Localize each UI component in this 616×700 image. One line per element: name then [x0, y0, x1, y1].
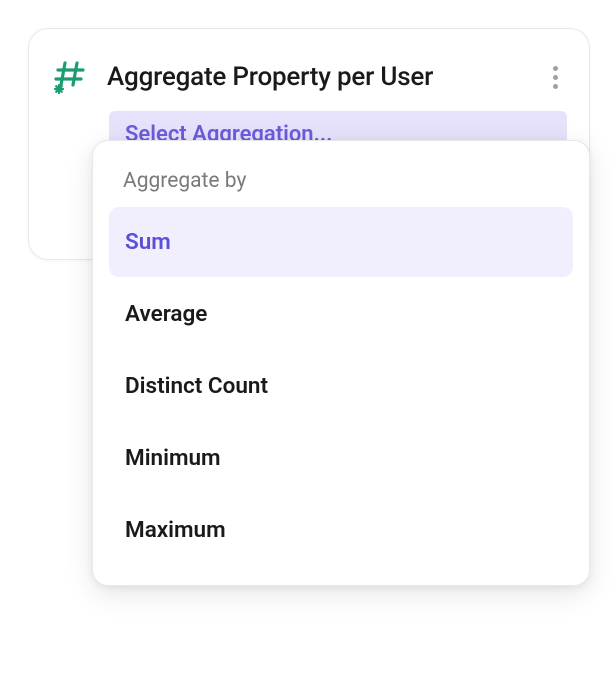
option-distinct-count[interactable]: Distinct Count: [109, 351, 573, 421]
option-average[interactable]: Average: [109, 279, 573, 349]
card-header: Aggregate Property per User: [51, 57, 567, 97]
aggregate-hash-icon: [51, 57, 91, 97]
dropdown-label: Aggregate by: [123, 169, 573, 193]
aggregation-dropdown: Aggregate by Sum Average Distinct Count …: [92, 140, 590, 586]
more-options-button[interactable]: [543, 63, 567, 91]
option-sum[interactable]: Sum: [109, 207, 573, 277]
card-title: Aggregate Property per User: [107, 62, 527, 92]
option-maximum[interactable]: Maximum: [109, 495, 573, 565]
option-minimum[interactable]: Minimum: [109, 423, 573, 493]
